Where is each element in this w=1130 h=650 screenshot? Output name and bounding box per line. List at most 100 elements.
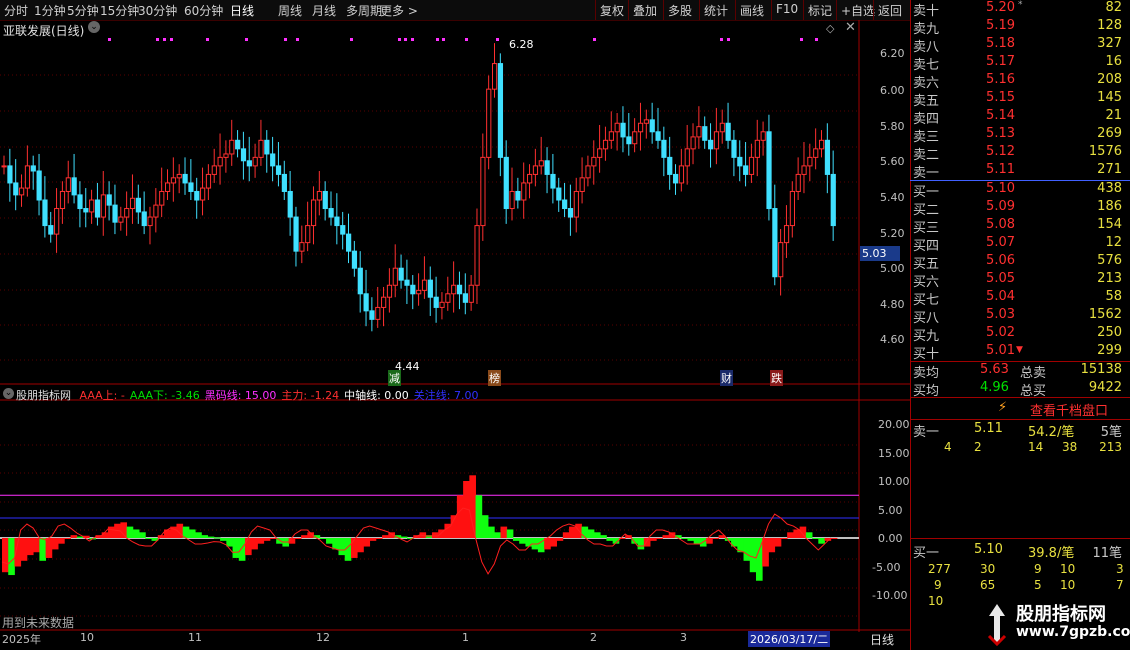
toolbar-divider bbox=[735, 0, 736, 20]
candle bbox=[778, 242, 784, 278]
diamond-icon[interactable]: ◇ bbox=[826, 22, 834, 35]
indicator-bar bbox=[139, 532, 146, 538]
toolbar-action[interactable]: 标记 bbox=[808, 2, 832, 19]
buy-level-label: 买六 bbox=[913, 275, 940, 290]
indicator-bar bbox=[382, 535, 389, 538]
buy-level-label: 买七 bbox=[913, 293, 940, 308]
buy-level-volume: 154 bbox=[1097, 217, 1122, 232]
indicator-tick: 0.00 bbox=[878, 532, 903, 545]
chart-area[interactable] bbox=[0, 20, 910, 632]
period-label[interactable]: 日线 bbox=[870, 631, 894, 648]
toolbar-divider bbox=[628, 0, 629, 20]
avg-sell-value: 5.63 bbox=[980, 362, 1009, 377]
sell-level-volume: 82 bbox=[1105, 0, 1122, 15]
candle bbox=[118, 216, 124, 223]
candle bbox=[112, 204, 118, 223]
indicator-bar bbox=[301, 535, 308, 538]
buy-level-volume: 1562 bbox=[1088, 307, 1122, 322]
candle bbox=[170, 177, 177, 184]
close-icon[interactable]: ✕ bbox=[845, 20, 856, 35]
indicator-bar bbox=[8, 538, 15, 576]
toolbar-divider bbox=[699, 0, 700, 20]
legend-item: 中轴线: 0.00 bbox=[344, 389, 409, 402]
candle bbox=[188, 182, 194, 192]
period-tab[interactable]: 60分钟 bbox=[184, 2, 223, 19]
indicator-bar bbox=[650, 538, 657, 541]
toolbar-action[interactable]: +自选 bbox=[841, 2, 875, 19]
price-tick: 6.20 bbox=[880, 47, 905, 60]
buy-level-row: 买九 5.02 250 bbox=[910, 325, 1128, 344]
sell1-count: 5笔 bbox=[1100, 425, 1122, 440]
period-tab[interactable]: 1分钟 bbox=[34, 2, 66, 19]
candle bbox=[509, 190, 515, 210]
toolbar-action[interactable]: 复权 bbox=[600, 2, 624, 19]
period-tab[interactable]: 分时 bbox=[4, 2, 28, 19]
candle bbox=[83, 208, 89, 213]
candle bbox=[71, 177, 77, 196]
period-tab[interactable]: 月线 bbox=[312, 2, 336, 19]
buy-level-volume: 213 bbox=[1097, 271, 1122, 286]
indicator-bar bbox=[550, 538, 557, 547]
toolbar-action[interactable]: 多股 bbox=[668, 2, 692, 19]
indicator-bar bbox=[500, 526, 508, 538]
candle bbox=[597, 148, 603, 158]
chevron-down-icon[interactable]: ⌄ bbox=[3, 388, 14, 399]
period-tab[interactable]: 周线 bbox=[278, 2, 302, 19]
candle bbox=[369, 310, 375, 320]
sell-level-volume: 1576 bbox=[1088, 144, 1122, 159]
sell-level-label: 卖五 bbox=[913, 94, 940, 109]
candle bbox=[456, 284, 463, 295]
period-tab[interactable]: 多周期 bbox=[346, 2, 382, 19]
legend-item: 黑码线: 15.00 bbox=[204, 389, 277, 402]
candle bbox=[503, 156, 509, 210]
toolbar-action[interactable]: 叠加 bbox=[633, 2, 657, 19]
candle bbox=[100, 194, 106, 218]
candle bbox=[801, 165, 807, 175]
buy-level-row: 买八 5.03 1562 bbox=[910, 307, 1128, 326]
marker-reduce[interactable]: 减 bbox=[388, 370, 401, 386]
indicator-bar bbox=[232, 538, 240, 558]
toolbar-action[interactable]: F10 bbox=[776, 2, 798, 16]
candle bbox=[281, 173, 287, 192]
avg-buy-value: 4.96 bbox=[980, 380, 1009, 395]
period-tab[interactable]: 日线 bbox=[230, 2, 254, 19]
indicator-bar bbox=[350, 538, 358, 558]
signal-dot bbox=[727, 38, 730, 41]
thousand-level-button[interactable]: ⚡ 查看千档盘口 bbox=[910, 398, 1128, 419]
candle bbox=[19, 187, 25, 196]
indicator-tick: -5.00 bbox=[872, 561, 901, 574]
price-tick: 5.60 bbox=[880, 155, 905, 168]
toolbar-action[interactable]: 画线 bbox=[740, 2, 764, 19]
candle bbox=[731, 139, 737, 158]
sell-level-volume: 327 bbox=[1097, 36, 1122, 51]
signal-dot bbox=[398, 38, 401, 41]
candle bbox=[1, 165, 7, 168]
candle bbox=[719, 122, 725, 133]
candle bbox=[322, 190, 328, 210]
chevron-down-icon[interactable]: ⌄ bbox=[88, 21, 100, 33]
marker-finance[interactable]: 财 bbox=[720, 370, 733, 386]
marker-list[interactable]: 榜 bbox=[488, 370, 501, 386]
price-tick: 5.40 bbox=[880, 191, 905, 204]
buy-level-row: 买二 5.09 186 bbox=[910, 199, 1128, 218]
watermark: 股朋指标网 www.7gpzb.com bbox=[980, 598, 1130, 650]
candle bbox=[398, 267, 404, 281]
candle bbox=[386, 284, 393, 298]
indicator-bar bbox=[519, 538, 526, 544]
candle bbox=[608, 131, 614, 141]
indicator-bar bbox=[818, 538, 825, 544]
toolbar-action[interactable]: 统计 bbox=[704, 2, 728, 19]
candle bbox=[527, 173, 533, 184]
period-toolbar: 分时 1分钟 5分钟 15分钟 30分钟 60分钟 日线 周线 月线 多周期 更多 > 复权 叠加 多股统… bbox=[0, 0, 910, 21]
indicator-bar bbox=[64, 538, 71, 539]
toolbar-action[interactable]: 返回 bbox=[878, 2, 902, 19]
period-tab[interactable]: 15分钟 bbox=[100, 2, 139, 19]
period-tab[interactable]: 30分钟 bbox=[138, 2, 177, 19]
order-book: 卖十 5.20 * 82 卖九 5.19 128 卖八 5.18 327 卖七 5.17 16 卖六 5.1… bbox=[910, 0, 1130, 650]
period-tab[interactable]: 5分钟 bbox=[67, 2, 99, 19]
indicator-bar bbox=[556, 538, 564, 541]
candle bbox=[124, 208, 130, 218]
candle bbox=[813, 148, 819, 158]
marker-fall[interactable]: 跌 bbox=[770, 370, 783, 386]
period-tab[interactable]: 更多 > bbox=[380, 2, 418, 19]
